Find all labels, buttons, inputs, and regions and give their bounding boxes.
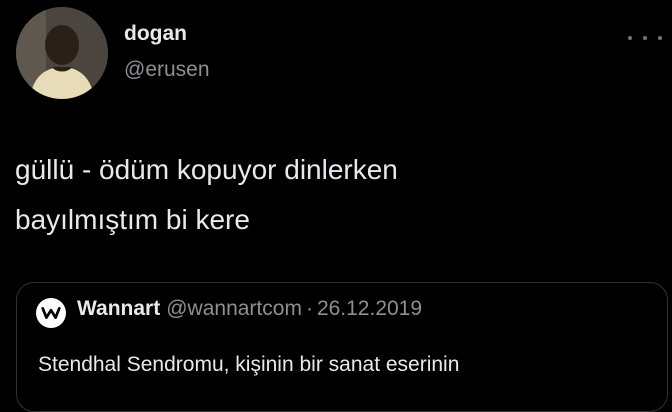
more-dot — [643, 36, 647, 40]
author-avatar[interactable] — [16, 7, 108, 99]
quoted-tweet-header: Wannart @wannartcom · 26.12.2019 — [77, 297, 422, 321]
profile-photo-icon — [16, 7, 108, 99]
tweet-text-line: güllü - ödüm kopuyor dinlerken — [15, 154, 398, 185]
more-dot — [658, 36, 662, 40]
author-display-name[interactable]: dogan — [124, 22, 187, 46]
author-handle[interactable]: @erusen — [124, 58, 210, 82]
quoted-handle[interactable]: @wannartcom — [166, 297, 302, 320]
quoted-tweet-card[interactable]: Wannart @wannartcom · 26.12.2019 Stendhal S… — [16, 282, 668, 412]
quoted-date[interactable]: 26.12.2019 — [317, 297, 422, 320]
tweet-text: güllü - ödüm kopuyor dinlerken bayılmışt… — [15, 145, 635, 245]
wannart-logo-icon — [36, 298, 66, 328]
tweet-text-line: bayılmıştım bi kere — [15, 204, 250, 235]
quoted-separator: · — [305, 297, 313, 320]
quoted-tweet-text: Stendhal Sendromu, kişinin bir sanat ese… — [38, 353, 460, 376]
more-horizontal-icon[interactable] — [628, 30, 662, 46]
quoted-display-name[interactable]: Wannart — [77, 297, 160, 320]
more-dot — [628, 36, 632, 40]
